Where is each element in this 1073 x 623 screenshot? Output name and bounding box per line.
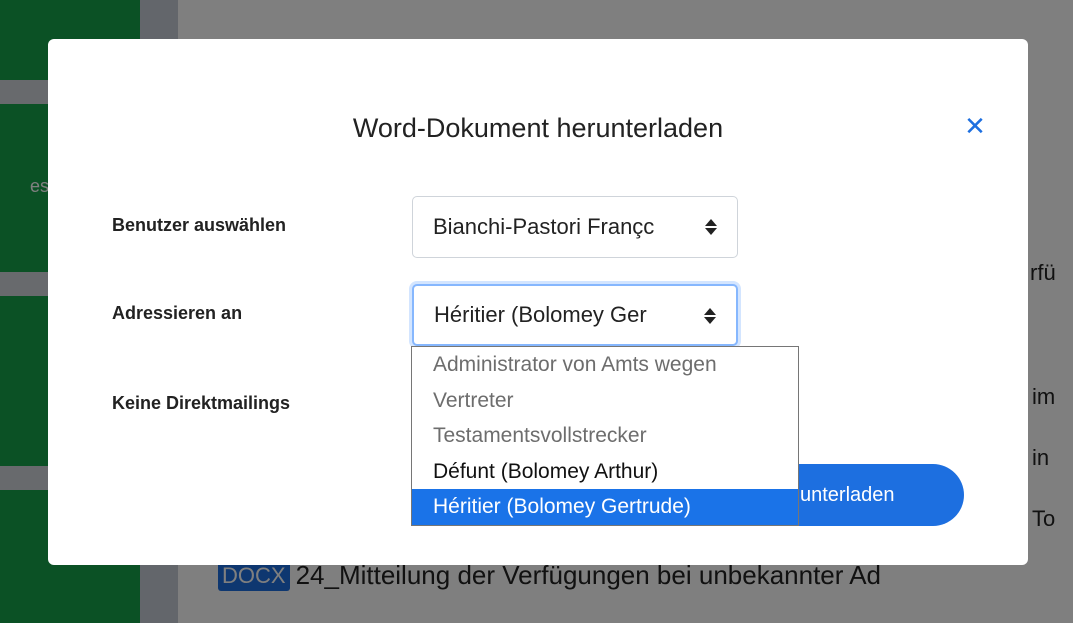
user-select-value: Bianchi-Pastori Françc: [433, 214, 655, 239]
address-select[interactable]: Héritier (Bolomey Ger: [412, 284, 738, 346]
sort-arrows-icon: [705, 215, 717, 239]
modal-title: Word-Dokument herunterladen: [352, 113, 724, 143]
dropdown-option: Testamentsvollstrecker: [433, 424, 647, 448]
user-select[interactable]: Bianchi-Pastori Françc: [412, 196, 738, 258]
dropdown-option: Administrator von Amts wegen: [433, 353, 717, 376]
address-dropdown-list: Administrator von Amts wegen Vertreter T…: [411, 346, 799, 526]
dropdown-option: Vertreter: [433, 388, 514, 412]
no-mailings-label: Keine Direktmailings: [112, 393, 291, 413]
sort-arrows-icon: [704, 304, 716, 328]
user-select-label: Benutzer auswählen: [112, 215, 287, 235]
dropdown-option[interactable]: Défunt (Bolomey Arthur): [412, 454, 798, 490]
close-icon[interactable]: ✕: [960, 111, 990, 141]
dropdown-option-selected[interactable]: Héritier (Bolomey Gertrude): [412, 489, 798, 525]
address-select-value: Héritier (Bolomey Ger: [434, 302, 647, 327]
address-select-label: Adressieren an: [112, 303, 243, 323]
download-button-label: unterladen: [800, 483, 895, 506]
